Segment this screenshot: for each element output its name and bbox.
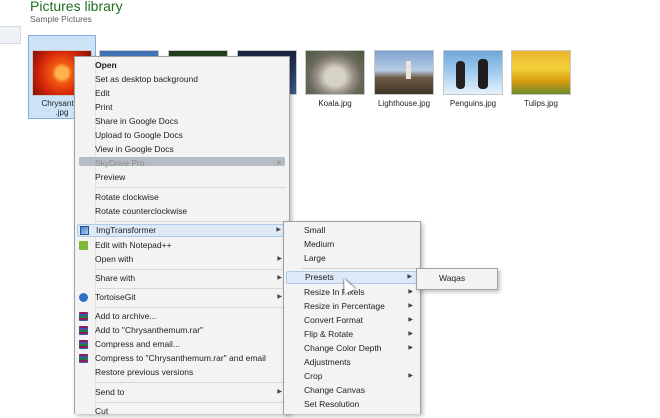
- menu-item-cut[interactable]: Cut: [77, 405, 287, 418]
- submenu-arrow-icon: ▶: [408, 331, 413, 337]
- menu-item-label: Compress and email...: [95, 339, 181, 349]
- menu-item-compress-and-email[interactable]: Compress and email...: [77, 338, 287, 351]
- menu-item-label: Compress to "Chrysanthemum.rar" and emai…: [95, 353, 266, 363]
- menu-item-label: Share with: [95, 273, 136, 283]
- submenu-arrow-icon: ▶: [276, 227, 281, 233]
- submenu-item-convert-format[interactable]: Convert Format ▶: [286, 314, 418, 327]
- submenu-arrow-icon: ▶: [407, 274, 412, 280]
- menu-item-edit[interactable]: Edit: [77, 87, 287, 100]
- lighthouse-image: [374, 50, 434, 95]
- winrar-icon: [79, 326, 88, 335]
- menu-item-label: Open with: [95, 254, 134, 264]
- tortoisegit-icon: [79, 293, 88, 302]
- menu-item-label: Add to archive...: [95, 311, 157, 321]
- thumbnail-caption: Koala.jpg: [318, 99, 352, 108]
- menu-separator: [97, 382, 286, 383]
- thumbnail-koala[interactable]: Koala.jpg: [305, 50, 365, 108]
- submenu-item-adjustments[interactable]: Adjustments: [286, 356, 418, 369]
- preset-item-waqas[interactable]: Waqas: [419, 272, 495, 285]
- context-menu: Open Set as desktop background Edit Prin…: [74, 56, 290, 416]
- menu-separator: [97, 187, 286, 188]
- menu-item-label: SkyDrive Pro: [95, 158, 145, 168]
- winrar-icon: [79, 354, 88, 363]
- menu-item-preview[interactable]: Preview: [77, 171, 287, 184]
- submenu-arrow-icon: ▶: [277, 294, 282, 300]
- menu-item-share-with[interactable]: Share with ▶: [77, 272, 287, 285]
- submenu-item-small[interactable]: Small: [286, 224, 418, 237]
- menu-item-label: Send to: [95, 387, 125, 397]
- thumbnail-tulips[interactable]: Tulips.jpg: [511, 50, 571, 108]
- submenu-item-medium[interactable]: Medium: [286, 238, 418, 251]
- menu-item-print[interactable]: Print: [77, 101, 287, 114]
- menu-item-open-with[interactable]: Open with ▶: [77, 253, 287, 266]
- menu-item-rotate-counterclockwise[interactable]: Rotate counterclockwise: [77, 205, 287, 218]
- submenu-item-set-resolution[interactable]: Set Resolution: [286, 398, 418, 411]
- menu-item-view-google-docs[interactable]: View in Google Docs: [77, 143, 287, 156]
- menu-item-label: ImgTransformer: [96, 225, 157, 235]
- menu-item-share-google-docs[interactable]: Share in Google Docs: [77, 115, 287, 128]
- thumbnail-caption: Tulips.jpg: [524, 99, 558, 108]
- submenu-arrow-icon: ▶: [277, 389, 282, 395]
- menu-item-label: Change Color Depth: [304, 343, 382, 353]
- submenu-arrow-icon: ▶: [408, 289, 413, 295]
- imgtransformer-icon: [80, 226, 89, 235]
- penguins-image: [443, 50, 503, 95]
- menu-item-compress-to-rar-and-email[interactable]: Compress to "Chrysanthemum.rar" and emai…: [77, 352, 287, 365]
- winrar-icon: [79, 340, 88, 349]
- library-subtitle: Sample Pictures: [30, 14, 92, 24]
- thumbnail-penguins[interactable]: Penguins.jpg: [443, 50, 503, 108]
- menu-separator: [97, 269, 286, 270]
- submenu-item-crop[interactable]: Crop ▶: [286, 370, 418, 383]
- menu-item-set-desktop-background[interactable]: Set as desktop background: [77, 73, 287, 86]
- submenu-arrow-icon: ▶: [408, 317, 413, 323]
- submenu-item-flip-rotate[interactable]: Flip & Rotate ▶: [286, 328, 418, 341]
- menu-item-send-to[interactable]: Send to ▶: [77, 386, 287, 399]
- menu-item-label: Resize in Percentage: [304, 301, 385, 311]
- menu-item-add-to-archive[interactable]: Add to archive...: [77, 310, 287, 323]
- menu-item-upload-google-docs[interactable]: Upload to Google Docs: [77, 129, 287, 142]
- tulips-image: [511, 50, 571, 95]
- navigation-pane-edge: [0, 26, 21, 44]
- thumbnail-caption: Penguins.jpg: [449, 99, 497, 108]
- menu-item-label: Flip & Rotate: [304, 329, 354, 339]
- menu-item-label: TortoiseGit: [95, 292, 136, 302]
- presets-submenu: Waqas: [416, 268, 498, 290]
- menu-separator: [302, 268, 417, 269]
- submenu-item-change-color-depth[interactable]: Change Color Depth ▶: [286, 342, 418, 355]
- menu-item-rotate-clockwise[interactable]: Rotate clockwise: [77, 191, 287, 204]
- submenu-item-large[interactable]: Large: [286, 252, 418, 265]
- submenu-arrow-icon: ▶: [277, 256, 282, 262]
- library-title: Pictures library: [30, 0, 123, 14]
- menu-item-add-to-rar[interactable]: Add to "Chrysanthemum.rar": [77, 324, 287, 337]
- menu-item-label: Edit with Notepad++: [95, 240, 172, 250]
- submenu-arrow-icon: ▶: [277, 160, 282, 166]
- thumbnail-lighthouse[interactable]: Lighthouse.jpg: [374, 50, 434, 108]
- menu-item-open[interactable]: Open: [77, 59, 287, 72]
- menu-separator: [97, 402, 286, 403]
- koala-image: [305, 50, 365, 95]
- submenu-arrow-icon: ▶: [277, 275, 282, 281]
- menu-item-tortoisegit[interactable]: TortoiseGit ▶: [77, 291, 287, 304]
- menu-separator: [97, 221, 286, 222]
- menu-item-label: Convert Format: [304, 315, 364, 325]
- notepad-plus-plus-icon: [79, 241, 88, 250]
- menu-separator: [97, 307, 286, 308]
- menu-item-label: Add to "Chrysanthemum.rar": [95, 325, 204, 335]
- winrar-icon: [79, 312, 88, 321]
- submenu-arrow-icon: ▶: [408, 345, 413, 351]
- menu-item-imgtransformer[interactable]: ImgTransformer ▶: [77, 224, 287, 237]
- menu-item-skydrive-pro[interactable]: SkyDrive Pro ▶: [77, 157, 287, 170]
- menu-separator: [97, 288, 286, 289]
- submenu-arrow-icon: ▶: [408, 303, 413, 309]
- menu-item-restore-previous-versions[interactable]: Restore previous versions: [77, 366, 287, 379]
- menu-item-edit-notepad-plus-plus[interactable]: Edit with Notepad++: [77, 239, 287, 252]
- menu-item-label: Presets: [305, 272, 334, 282]
- submenu-item-resize-percentage[interactable]: Resize in Percentage ▶: [286, 300, 418, 313]
- thumbnail-caption: Lighthouse.jpg: [377, 99, 431, 108]
- submenu-item-change-canvas[interactable]: Change Canvas: [286, 384, 418, 397]
- menu-item-label: Crop: [304, 371, 323, 381]
- imgtransformer-submenu: Small Medium Large Presets ▶ Resize In P…: [283, 221, 421, 414]
- submenu-arrow-icon: ▶: [408, 373, 413, 379]
